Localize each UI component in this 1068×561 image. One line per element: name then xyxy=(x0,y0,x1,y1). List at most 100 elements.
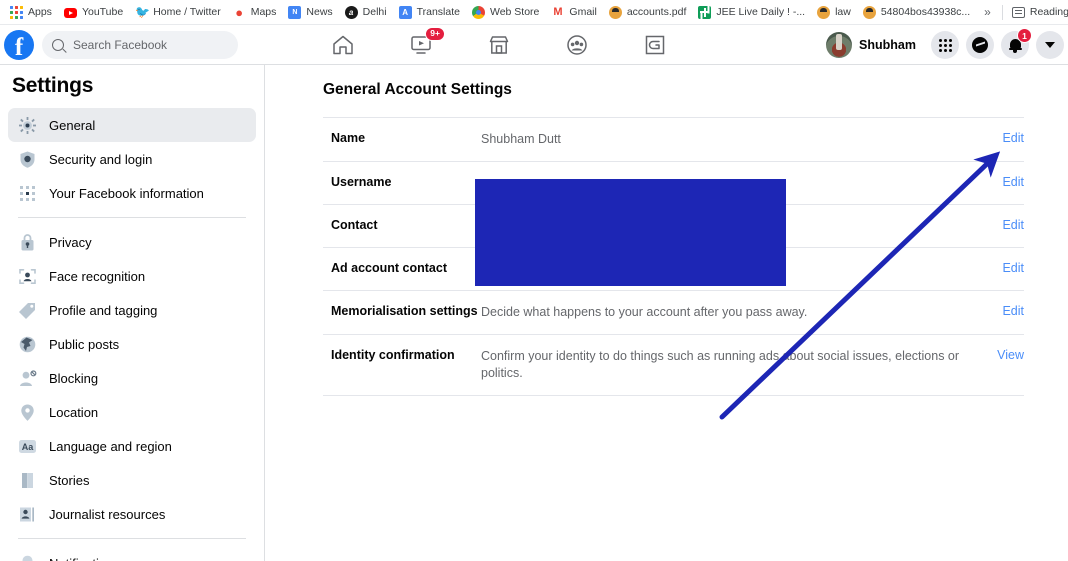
sidebar-divider xyxy=(18,217,246,218)
bookmark-label: YouTube xyxy=(81,5,124,18)
bookmark-apps[interactable]: Apps xyxy=(4,2,58,22)
row-value: Shubham Dutt xyxy=(481,132,561,146)
notifications-badge: 1 xyxy=(1017,28,1032,43)
edit-link-username-row[interactable]: Edit xyxy=(974,175,1024,189)
reading-list-label: Reading Lis xyxy=(1029,5,1068,18)
content-title: General Account Settings xyxy=(323,81,512,98)
notifications-button[interactable]: 1 xyxy=(1001,28,1032,59)
edit-link-name-row[interactable]: Edit xyxy=(974,131,1024,145)
sidebar-item-label: Profile and tagging xyxy=(49,302,158,318)
sidebar-item-general[interactable]: General xyxy=(8,108,256,142)
sidebar-item-face-recognition[interactable]: Face recognition xyxy=(8,259,256,293)
bookmark-accounts-pdf[interactable]: accounts.pdf xyxy=(603,2,693,22)
bookmark-label: Apps xyxy=(28,5,52,18)
edit-link-memorialisation-row[interactable]: Edit xyxy=(974,304,1024,318)
browser-bookmarks-bar: Apps YouTube 🐦 Home / Twitter ● Maps N N… xyxy=(0,0,1068,25)
bookmarks-overflow-button[interactable]: » xyxy=(976,5,999,19)
sidebar-divider xyxy=(18,538,246,539)
bookmark-gmail[interactable]: M Gmail xyxy=(545,2,602,22)
sidebar-item-label: Language and region xyxy=(49,438,172,454)
avatar xyxy=(826,32,853,58)
nav-home-icon[interactable] xyxy=(330,32,356,58)
bookmark-twitter[interactable]: 🐦 Home / Twitter xyxy=(129,2,227,22)
bookmark-label: JEE Live Daily ! -... xyxy=(716,5,806,18)
settings-row-name: Name Shubham Dutt Edit xyxy=(323,117,1024,161)
search-box[interactable] xyxy=(42,30,238,59)
bookmark-label: Gmail xyxy=(569,5,597,18)
news-icon: N xyxy=(288,5,302,19)
settings-sidebar: Settings General Security and login Your… xyxy=(0,65,265,561)
page-title: Settings xyxy=(12,74,94,97)
gmail-icon: M xyxy=(553,5,563,18)
search-icon xyxy=(52,38,64,51)
sidebar-item-your-facebook-information[interactable]: Your Facebook information xyxy=(8,176,256,210)
pdf-file-icon xyxy=(817,5,831,19)
sidebar-item-notifications[interactable]: Notifications xyxy=(8,546,256,561)
edit-link-ad-account-row[interactable]: Edit xyxy=(974,261,1024,275)
edit-link-contact-row[interactable]: Edit xyxy=(974,218,1024,232)
sidebar-item-journalist-resources[interactable]: Journalist resources xyxy=(8,497,256,531)
bookmark-label: Home / Twitter xyxy=(153,5,221,18)
profile-chip[interactable]: Shubham xyxy=(823,29,924,61)
bookmark-label: Maps xyxy=(250,5,277,18)
row-label: Contact xyxy=(331,217,378,232)
shield-icon xyxy=(18,150,37,169)
sidebar-item-blocking[interactable]: Blocking xyxy=(8,361,256,395)
translate-icon: A xyxy=(398,5,412,19)
account-dropdown-button[interactable] xyxy=(1036,31,1064,59)
sidebar-item-stories[interactable]: Stories xyxy=(8,463,256,497)
youtube-icon xyxy=(63,7,77,18)
page-body: Settings General Security and login Your… xyxy=(0,65,1068,561)
nav-groups-icon[interactable] xyxy=(564,32,590,58)
tag-icon xyxy=(18,301,37,320)
bookmark-translate[interactable]: A Translate xyxy=(393,2,466,22)
settings-main: General Account Settings Name Shubham Du… xyxy=(265,65,1068,561)
bookmark-web-store[interactable]: Web Store xyxy=(466,2,545,22)
messenger-icon xyxy=(972,37,988,53)
sidebar-item-label: General xyxy=(49,117,96,133)
sidebar-item-profile-and-tagging[interactable]: Profile and tagging xyxy=(8,293,256,327)
bookmark-jee[interactable]: JEE Live Daily ! -... xyxy=(692,2,811,22)
reading-list-button[interactable]: Reading Lis xyxy=(1006,2,1068,22)
delhi-icon: a xyxy=(344,5,358,19)
row-value: Decide what happens to your account afte… xyxy=(481,304,808,319)
bookmark-youtube[interactable]: YouTube xyxy=(58,2,129,22)
sidebar-item-label: Privacy xyxy=(49,234,92,250)
sidebar-item-privacy[interactable]: Privacy xyxy=(8,225,256,259)
book-icon xyxy=(18,471,37,490)
sidebar-item-location[interactable]: Location xyxy=(8,395,256,429)
bell-icon xyxy=(18,554,37,561)
bookmark-maps[interactable]: ● Maps xyxy=(227,2,283,22)
sidebar-item-language-and-region[interactable]: Aa Language and region xyxy=(8,429,256,463)
bookmark-54804bos[interactable]: 54804bos43938c... xyxy=(857,2,976,22)
nav-gaming-icon[interactable] xyxy=(642,32,668,58)
facebook-logo-icon[interactable]: f xyxy=(4,29,34,60)
sidebar-item-security-and-login[interactable]: Security and login xyxy=(8,142,256,176)
nav-marketplace-icon[interactable] xyxy=(486,32,512,58)
profile-name: Shubham xyxy=(859,38,916,52)
row-label: Username xyxy=(331,174,392,189)
pdf-file-icon xyxy=(608,5,622,19)
sidebar-item-label: Blocking xyxy=(49,370,99,386)
svg-text:Aa: Aa xyxy=(22,442,34,452)
sidebar-item-label: Journalist resources xyxy=(49,506,166,522)
reading-list-icon xyxy=(1011,7,1025,18)
messenger-button[interactable] xyxy=(966,31,994,59)
search-input[interactable] xyxy=(71,36,221,53)
sidebar-item-label: Security and login xyxy=(49,151,153,167)
bookmark-news[interactable]: N News xyxy=(282,2,338,22)
nav-watch-icon[interactable]: 9+ xyxy=(408,27,445,58)
bookmark-law[interactable]: law xyxy=(811,2,857,22)
settings-row-memorialisation-settings: Memorialisation settings Decide what hap… xyxy=(323,289,1024,334)
globe-icon xyxy=(18,335,37,354)
row-label: Identity confirmation xyxy=(331,347,455,362)
row-label: Memorialisation settings xyxy=(331,303,478,318)
row-label: Name xyxy=(331,131,366,145)
header-nav: 9+ xyxy=(330,25,668,65)
toolbar-divider xyxy=(1001,4,1003,20)
bookmark-label: 54804bos43938c... xyxy=(880,5,971,18)
menu-button[interactable] xyxy=(931,31,959,59)
bookmark-delhi[interactable]: a Delhi xyxy=(339,2,393,22)
view-link-identity-row[interactable]: View xyxy=(974,348,1024,362)
sidebar-item-public-posts[interactable]: Public posts xyxy=(8,327,256,361)
